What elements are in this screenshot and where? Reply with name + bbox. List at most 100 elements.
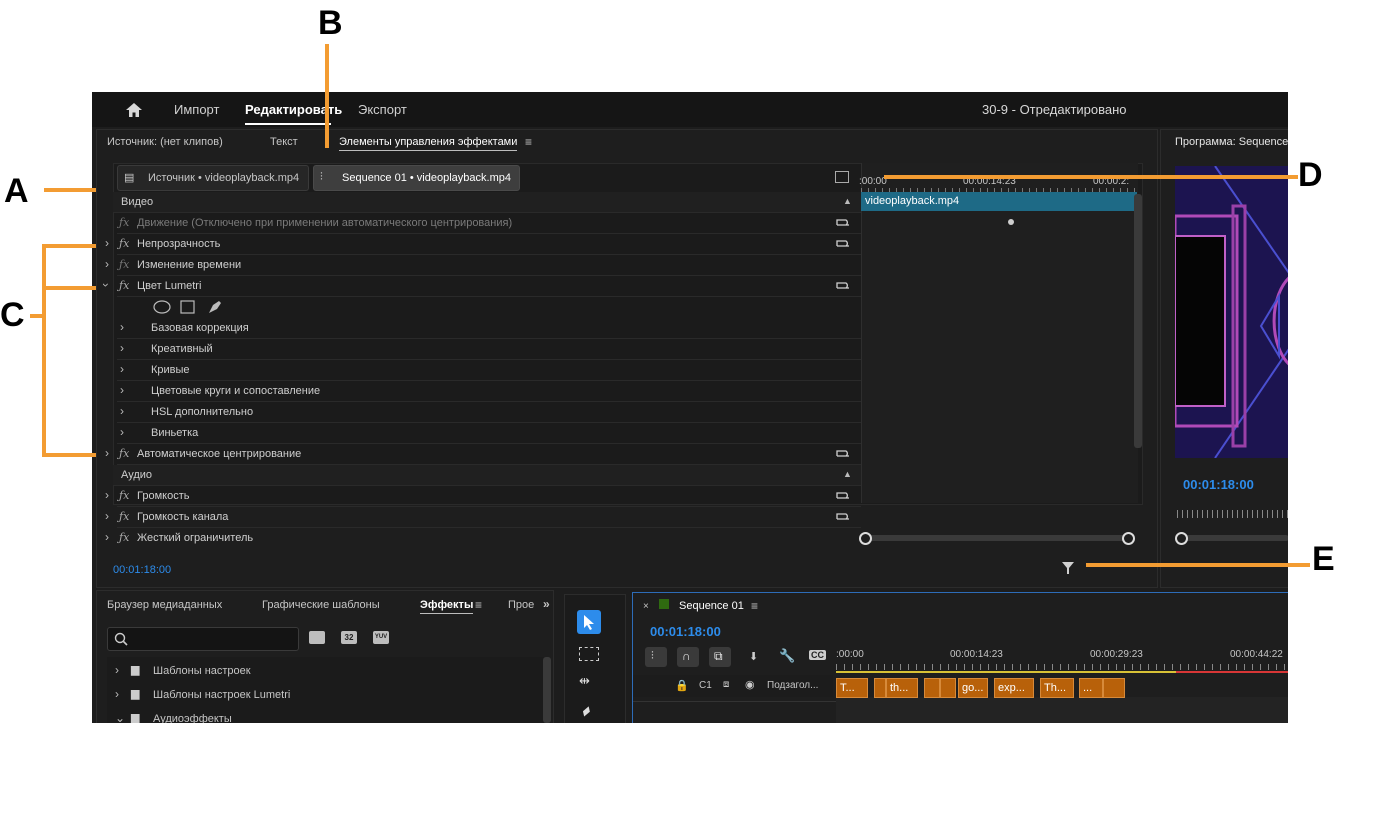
lumetri-color-wheels[interactable]: › Цветовые круги и сопоставление bbox=[117, 381, 861, 402]
effects-folder-lumetri-presets[interactable]: › ▆ Шаблоны настроек Lumetri bbox=[115, 687, 415, 705]
effect-row-autoreframe[interactable]: › ƒx Автоматическое центрирование bbox=[105, 444, 861, 465]
more-tabs-icon[interactable]: » bbox=[543, 597, 550, 611]
chevron-right-icon[interactable]: › bbox=[115, 687, 119, 701]
caption-clip[interactable]: Th... bbox=[1040, 678, 1074, 698]
chevron-right-icon[interactable]: › bbox=[105, 446, 109, 460]
chevron-right-icon[interactable]: › bbox=[120, 320, 124, 334]
tab-graphics-templates[interactable]: Графические шаблоны bbox=[262, 599, 380, 611]
chevron-down-icon[interactable]: ⌄ bbox=[115, 711, 125, 723]
ec-scrollbar[interactable] bbox=[1134, 194, 1142, 448]
effects-folder-audio[interactable]: ⌄ ▆ Аудиоэффекты bbox=[115, 711, 415, 723]
effects-menu-icon[interactable]: ≡ bbox=[475, 598, 482, 612]
keyframe-dot[interactable] bbox=[1008, 219, 1014, 225]
effects-scrollbar[interactable] bbox=[543, 657, 551, 723]
tab-effect-controls[interactable]: Элементы управления эффектами bbox=[339, 136, 518, 151]
reset-icon[interactable] bbox=[835, 511, 851, 521]
effects-search-input[interactable] bbox=[107, 627, 299, 651]
panel-menu-icon[interactable]: ≡ bbox=[525, 135, 532, 149]
chevron-right-icon[interactable]: › bbox=[120, 362, 124, 376]
chevron-right-icon[interactable]: › bbox=[120, 404, 124, 418]
lumetri-vignette[interactable]: › Виньетка bbox=[117, 423, 861, 444]
chevron-right-icon[interactable]: › bbox=[105, 236, 109, 250]
filter-icon[interactable] bbox=[1061, 561, 1075, 575]
caption-clip[interactable] bbox=[1103, 678, 1125, 698]
reset-icon[interactable] bbox=[835, 490, 851, 500]
program-zoom-handle[interactable] bbox=[1175, 532, 1188, 545]
caption-clip[interactable]: T... bbox=[836, 678, 868, 698]
ripple-edit-tool[interactable]: ⇹ bbox=[579, 673, 590, 689]
chevron-right-icon[interactable]: › bbox=[105, 257, 109, 271]
nest-toggle-button[interactable]: ⫶ bbox=[645, 647, 667, 667]
ec-zoom-bar[interactable] bbox=[861, 535, 1133, 541]
chevron-right-icon[interactable]: › bbox=[105, 488, 109, 502]
effect-row-time-remap[interactable]: › ƒx Изменение времени bbox=[105, 255, 861, 276]
wrench-icon[interactable]: 🔧 bbox=[779, 648, 795, 664]
caption-clip[interactable]: exp... bbox=[994, 678, 1034, 698]
source-chip[interactable]: ▤ Источник • videoplayback.mp4 bbox=[117, 165, 309, 191]
chevron-right-icon[interactable]: › bbox=[120, 341, 124, 355]
tab-text[interactable]: Текст bbox=[270, 136, 298, 148]
track-select-tool[interactable] bbox=[579, 647, 599, 661]
program-timecode[interactable]: 00:01:18:00 bbox=[1183, 477, 1254, 492]
toggle-timeline-icon[interactable] bbox=[835, 171, 849, 183]
snap-button[interactable]: ∩ bbox=[677, 647, 699, 667]
program-title[interactable]: Программа: Sequence bbox=[1175, 136, 1288, 148]
accelerated-effects-icon[interactable] bbox=[309, 631, 325, 644]
ec-zoom-handle-right[interactable] bbox=[1122, 532, 1135, 545]
caption-clip[interactable]: ... bbox=[1079, 678, 1103, 698]
add-marker-icon[interactable]: ⬇ bbox=[749, 650, 758, 663]
close-tab-icon[interactable]: × bbox=[643, 601, 649, 612]
razor-tool[interactable]: ▰ bbox=[577, 702, 595, 721]
tab-project[interactable]: Прое bbox=[508, 599, 534, 611]
sequence-chip[interactable]: ⫶ Sequence 01 • videoplayback.mp4 bbox=[313, 165, 520, 191]
lumetri-curves[interactable]: › Кривые bbox=[117, 360, 861, 381]
caption-clip[interactable] bbox=[874, 678, 886, 698]
effects-folder-presets[interactable]: › ▆ Шаблоны настроек bbox=[115, 663, 415, 681]
ec-clip-bar[interactable]: videoplayback.mp4 bbox=[861, 192, 1137, 211]
collapse-audio-icon[interactable]: ▲ bbox=[843, 469, 852, 479]
sequence-menu-icon[interactable]: ≡ bbox=[751, 599, 758, 613]
effect-row-channel-volume[interactable]: › ƒx Громкость канала bbox=[105, 507, 861, 528]
32bit-effects-icon[interactable]: 32 bbox=[341, 631, 357, 644]
reset-icon[interactable] bbox=[835, 238, 851, 248]
lumetri-hsl[interactable]: › HSL дополнительно bbox=[117, 402, 861, 423]
sync-lock-icon[interactable]: ⧈ bbox=[723, 679, 729, 690]
caption-clip[interactable]: th... bbox=[886, 678, 918, 698]
program-zoom-bar[interactable] bbox=[1177, 535, 1288, 541]
ec-timecode[interactable]: 00:01:18:00 bbox=[113, 564, 171, 576]
lumetri-creative[interactable]: › Креативный bbox=[117, 339, 861, 360]
effect-row-volume[interactable]: › ƒx Громкость bbox=[105, 486, 861, 507]
nav-import[interactable]: Импорт bbox=[174, 102, 219, 117]
caption-clip[interactable] bbox=[940, 678, 956, 698]
lock-icon[interactable]: 🔒 bbox=[675, 679, 689, 692]
sequence-tab-label[interactable]: Sequence 01 bbox=[679, 600, 744, 612]
collapse-video-icon[interactable]: ▲ bbox=[843, 196, 852, 206]
linked-selection-button[interactable]: ⧉ bbox=[709, 647, 731, 667]
tab-media-browser[interactable]: Браузер медиаданных bbox=[107, 599, 222, 611]
reset-icon[interactable] bbox=[835, 217, 851, 227]
lumetri-basic[interactable]: › Базовая коррекция bbox=[117, 318, 861, 339]
chevron-right-icon[interactable]: › bbox=[115, 663, 119, 677]
chevron-down-icon[interactable]: › bbox=[99, 283, 113, 287]
nav-export[interactable]: Экспорт bbox=[358, 102, 407, 117]
chevron-right-icon[interactable]: › bbox=[120, 425, 124, 439]
sequence-timecode[interactable]: 00:01:18:00 bbox=[650, 624, 721, 639]
effect-row-motion[interactable]: ƒx Движение (Отключено при применении ав… bbox=[117, 213, 861, 234]
caption-clip[interactable] bbox=[924, 678, 940, 698]
caption-clip[interactable]: go... bbox=[958, 678, 988, 698]
chevron-right-icon[interactable]: › bbox=[105, 509, 109, 523]
selection-tool[interactable] bbox=[577, 610, 601, 634]
reset-icon[interactable] bbox=[835, 280, 851, 290]
chevron-right-icon[interactable]: › bbox=[105, 530, 109, 544]
effect-row-opacity[interactable]: › ƒx Непрозрачность bbox=[105, 234, 861, 255]
chevron-right-icon[interactable]: › bbox=[120, 383, 124, 397]
captions-icon[interactable]: CC bbox=[809, 650, 826, 660]
yuv-effects-icon[interactable]: YUV bbox=[373, 631, 389, 644]
effect-row-lumetri[interactable]: › ƒx Цвет Lumetri bbox=[99, 276, 861, 297]
sequence-ruler[interactable] bbox=[836, 664, 1288, 670]
ec-zoom-handle-left[interactable] bbox=[859, 532, 872, 545]
eye-icon[interactable]: ◉ bbox=[745, 678, 755, 691]
tab-source[interactable]: Источник: (нет клипов) bbox=[107, 136, 223, 148]
home-icon[interactable] bbox=[125, 102, 143, 118]
tab-effects[interactable]: Эффекты bbox=[420, 599, 474, 614]
